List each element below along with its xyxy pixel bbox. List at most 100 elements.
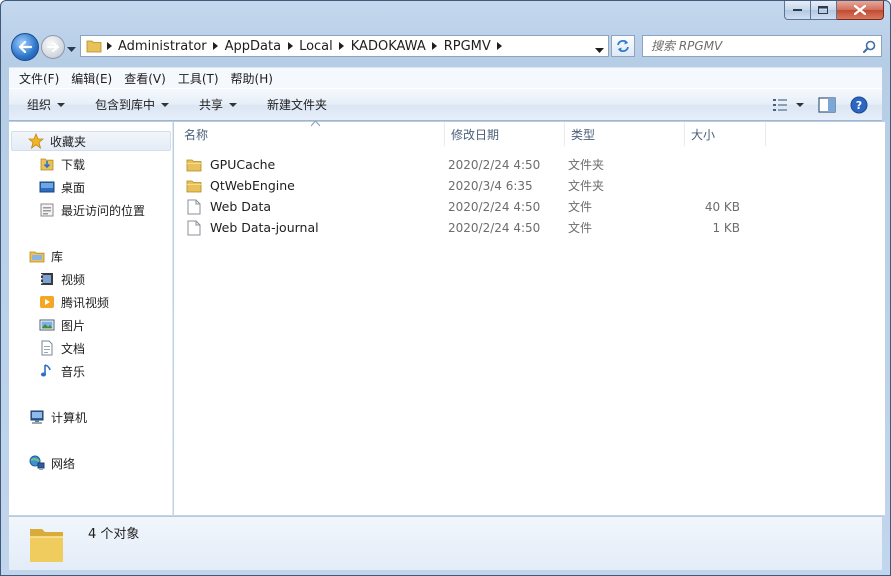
menu-help[interactable]: 帮助(H) <box>226 70 278 87</box>
sidebar-item-label: 计算机 <box>51 410 88 425</box>
sidebar-item-music[interactable]: 音乐 <box>39 361 85 381</box>
navigation-pane: 收藏夹 下载 桌面 最近访问的位置 库 视频 腾讯视频 图片 文档 音乐 计算机… <box>9 122 173 515</box>
sidebar-item-label: 音乐 <box>61 364 86 379</box>
chevron-right-icon[interactable] <box>335 42 349 50</box>
column-header-size[interactable]: 大小 <box>685 122 766 146</box>
folder-icon <box>30 529 63 562</box>
chevron-right-icon[interactable] <box>209 42 223 50</box>
file-name: Web Data-journal <box>210 220 319 235</box>
breadcrumb-item[interactable]: KADOKAWA <box>349 39 428 54</box>
file-date: 2020/3/4 6:35 <box>448 178 533 193</box>
sidebar-item-label: 网络 <box>51 456 76 471</box>
file-icon <box>186 220 202 236</box>
recent-pages-dropdown[interactable] <box>67 42 76 56</box>
sidebar-item-documents[interactable]: 文档 <box>39 338 85 358</box>
search-icon[interactable] <box>863 40 876 53</box>
file-name: QtWebEngine <box>210 178 295 193</box>
organize-label: 组织 <box>27 98 52 112</box>
sidebar-item-pictures[interactable]: 图片 <box>39 315 85 335</box>
organize-button[interactable]: 组织 <box>9 96 75 113</box>
breadcrumb-item[interactable]: AppData <box>223 39 283 54</box>
file-row[interactable]: Web Data 2020/2/24 4:50 文件 40 KB <box>186 196 786 217</box>
network-icon <box>29 455 45 471</box>
file-type: 文件夹 <box>568 158 605 172</box>
file-date: 2020/2/24 4:50 <box>448 157 541 172</box>
file-size: 1 KB <box>712 220 740 235</box>
music-icon <box>39 363 55 379</box>
refresh-icon <box>617 40 629 52</box>
column-header-type[interactable]: 类型 <box>565 122 685 146</box>
menu-tools[interactable]: 工具(T) <box>173 70 224 87</box>
view-controls: ? <box>772 96 882 114</box>
include-in-library-label: 包含到库中 <box>95 98 156 112</box>
breadcrumb-item[interactable]: RPGMV <box>442 39 493 54</box>
sidebar-item-desktop[interactable]: 桌面 <box>39 177 85 197</box>
tencent-video-icon <box>39 294 55 310</box>
chevron-right-icon[interactable] <box>102 42 116 50</box>
maximize-icon <box>818 5 828 14</box>
command-bar: 组织 包含到库中 共享 新建文件夹 ? <box>9 88 882 121</box>
file-icon <box>186 199 202 215</box>
preview-pane-icon[interactable] <box>818 96 836 113</box>
search-input[interactable] <box>643 39 853 53</box>
item-count: 4 个对象 <box>88 527 140 542</box>
help-icon[interactable]: ? <box>850 96 868 114</box>
sidebar-item-favorites[interactable]: 收藏夹 <box>11 131 171 151</box>
change-view-button[interactable] <box>772 98 804 112</box>
chevron-down-icon <box>229 102 238 107</box>
menu-view[interactable]: 查看(V) <box>119 70 171 87</box>
sidebar-item-videos[interactable]: 视频 <box>39 269 85 289</box>
sidebar-item-tencent-video[interactable]: 腾讯视频 <box>39 292 109 312</box>
file-name: Web Data <box>210 199 272 214</box>
sidebar-item-label: 腾讯视频 <box>61 295 110 310</box>
close-button[interactable] <box>837 1 884 20</box>
share-label: 共享 <box>199 98 224 112</box>
sidebar-item-label: 桌面 <box>61 180 86 195</box>
new-folder-button[interactable]: 新建文件夹 <box>247 96 337 113</box>
address-dropdown[interactable] <box>595 43 604 57</box>
sidebar-item-downloads[interactable]: 下载 <box>39 154 85 174</box>
sidebar-item-recent-places[interactable]: 最近访问的位置 <box>39 200 145 220</box>
forward-button[interactable] <box>41 35 65 59</box>
refresh-button[interactable] <box>611 35 635 57</box>
chevron-right-icon[interactable] <box>493 42 507 50</box>
file-row[interactable]: GPUCache 2020/2/24 4:50 文件夹 <box>186 154 786 175</box>
sidebar-item-label: 库 <box>51 249 64 264</box>
column-header-date[interactable]: 修改日期 <box>445 122 565 146</box>
computer-icon <box>29 409 45 425</box>
breadcrumb-item[interactable]: Administrator <box>116 39 209 54</box>
maximize-button[interactable] <box>811 1 837 20</box>
sidebar-item-label: 最近访问的位置 <box>61 203 146 218</box>
sidebar-item-network[interactable]: 网络 <box>29 453 75 473</box>
folder-icon <box>86 40 102 53</box>
file-size: 40 KB <box>704 199 740 214</box>
include-in-library-button[interactable]: 包含到库中 <box>75 96 179 113</box>
file-name: GPUCache <box>210 157 276 172</box>
sidebar-item-computer[interactable]: 计算机 <box>29 407 87 427</box>
menu-file[interactable]: 文件(F) <box>9 70 64 87</box>
address-bar[interactable]: Administrator AppData Local KADOKAWA RPG… <box>80 35 609 57</box>
sidebar-item-label: 下载 <box>61 157 86 172</box>
file-row[interactable]: QtWebEngine 2020/3/4 6:35 文件夹 <box>186 175 786 196</box>
sidebar-item-label: 文档 <box>61 341 86 356</box>
share-button[interactable]: 共享 <box>179 96 247 113</box>
recent-places-icon <box>39 202 55 218</box>
details-pane: 4 个对象 <box>9 516 882 570</box>
file-row[interactable]: Web Data-journal 2020/2/24 4:50 文件 1 KB <box>186 217 786 238</box>
menu-edit[interactable]: 编辑(E) <box>66 70 117 87</box>
file-list: 名称 修改日期 类型 大小 GPUCache 2020/2/24 4:50 文件… <box>174 121 885 515</box>
minimize-icon <box>792 9 802 11</box>
chevron-right-icon[interactable] <box>283 42 297 50</box>
column-header-name[interactable]: 名称 <box>174 122 445 146</box>
minimize-button[interactable] <box>784 1 811 20</box>
file-date: 2020/2/24 4:50 <box>448 220 541 235</box>
back-button[interactable] <box>11 33 39 61</box>
breadcrumb-item[interactable]: Local <box>297 39 335 54</box>
new-folder-label: 新建文件夹 <box>267 98 328 112</box>
menu-bar: 文件(F) 编辑(E) 查看(V) 工具(T) 帮助(H) <box>9 67 882 88</box>
folder-icon <box>186 157 202 173</box>
star-icon <box>28 133 44 149</box>
column-header-row: 名称 修改日期 类型 大小 <box>174 122 885 146</box>
sidebar-item-libraries[interactable]: 库 <box>29 246 63 266</box>
chevron-right-icon[interactable] <box>428 42 442 50</box>
